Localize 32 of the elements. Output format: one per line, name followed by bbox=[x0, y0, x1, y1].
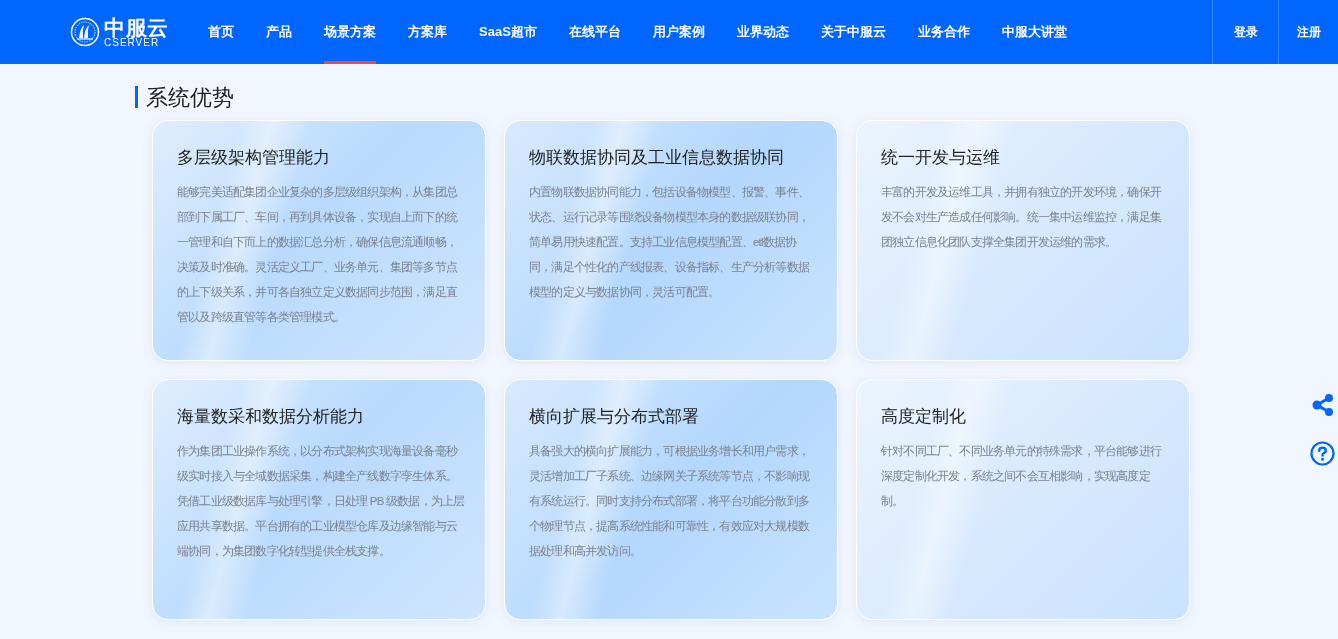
nav-tab[interactable]: 场景方案 bbox=[324, 0, 376, 64]
share-icon[interactable] bbox=[1310, 393, 1335, 417]
nav-tab[interactable]: 业界动态 bbox=[736, 0, 789, 64]
help-icon[interactable] bbox=[1310, 441, 1335, 466]
card-title: 海量数采和数据分析能力 bbox=[177, 406, 365, 428]
nav-tab[interactable]: 关于中服云 bbox=[820, 0, 886, 64]
card-description: 针对不同工厂、不同业务单元的特殊需求，平台能够进行深度定制化开发，系统之间不会互相影响，实现高度定制。 bbox=[881, 444, 1163, 509]
logo-name: 中服云 bbox=[104, 16, 169, 38]
nav-tab[interactable]: 用户案例 bbox=[652, 0, 705, 64]
card-title: 高度定制化 bbox=[881, 406, 967, 428]
card-description: 内置物联数据协同能力，包括设备物模型、报警、事件、状态、运行记录等围绕设备物模型本身的数据级联协同，简单易用快速配置。支持工业信息模型配置、etl数据协同，满足个性化的产线报表、设备指标、生产分析等数据模型的定义与数据协同，灵活可配置。 bbox=[529, 185, 811, 300]
card-title: 横向扩展与分布式部署 bbox=[529, 406, 700, 428]
nav-tab[interactable]: 业务合作 bbox=[917, 0, 970, 64]
nav-tab[interactable]: 产品 bbox=[266, 0, 292, 64]
card-title: 统一开发与运维 bbox=[881, 147, 1001, 169]
auth-link[interactable]: 注册 bbox=[1278, 0, 1338, 64]
title-accent-bar bbox=[135, 86, 138, 108]
card-title: 物联数据协同及工业信息数据协同 bbox=[529, 147, 785, 169]
auth-link[interactable]: 登录 bbox=[1212, 0, 1278, 64]
card-description: 作为集团工业操作系统，以分布式架构实现海量设备毫秒级实时接入与全域数据采集，构建全产线数字孪生体系。凭借工业级数据库与处理引擎，日处理 PB 级数据，为上层应用共享数据。平台拥有的工业模型仓库及边缘智能与云端协同，为集团数字化转型提供全栈支撑。 bbox=[177, 444, 465, 559]
logo-subtitle: CSERVER bbox=[104, 37, 160, 48]
nav-tab[interactable]: 首页 bbox=[208, 0, 234, 64]
card-description: 丰富的开发及运维工具，并拥有独立的开发环境，确保开发不会对生产造成任何影响。统一集中运维监控，满足集团独立信息化团队支撑全集团开发运维的需求。 bbox=[881, 185, 1163, 250]
card-title: 多层级架构管理能力 bbox=[177, 147, 331, 169]
section-title: 系统优势 bbox=[146, 83, 234, 112]
nav-tab[interactable]: 中服大讲堂 bbox=[1001, 0, 1067, 64]
nav-tab[interactable]: 在线平台 bbox=[568, 0, 621, 64]
logo-emblem-icon bbox=[70, 17, 100, 47]
card-description: 具备强大的横向扩展能力，可根据业务增长和用户需求，灵活增加工厂子系统、边缘网关子系统等节点，不影响现有系统运行。同时支持分布式部署，将平台功能分散到多个物理节点，提高系统性能和可靠性，有效应对大规模数据处理和高并发访问。 bbox=[529, 444, 811, 559]
nav-tab[interactable]: 方案库 bbox=[408, 0, 447, 64]
nav-tab[interactable]: SaaS超市 bbox=[479, 0, 537, 64]
card-description: 能够完美适配集团企业复杂的多层级组织架构，从集团总部到下属工厂、车间，再到具体设备，实现自上而下的统一管理和自下而上的数据汇总分析，确保信息流通顺畅，决策及时准确。灵活定义工厂、业务单元、集团等多节点的上下级关系，并可各自独立定义数据同步范围，满足直管以及跨级直管等各类管理模式。 bbox=[177, 185, 459, 325]
